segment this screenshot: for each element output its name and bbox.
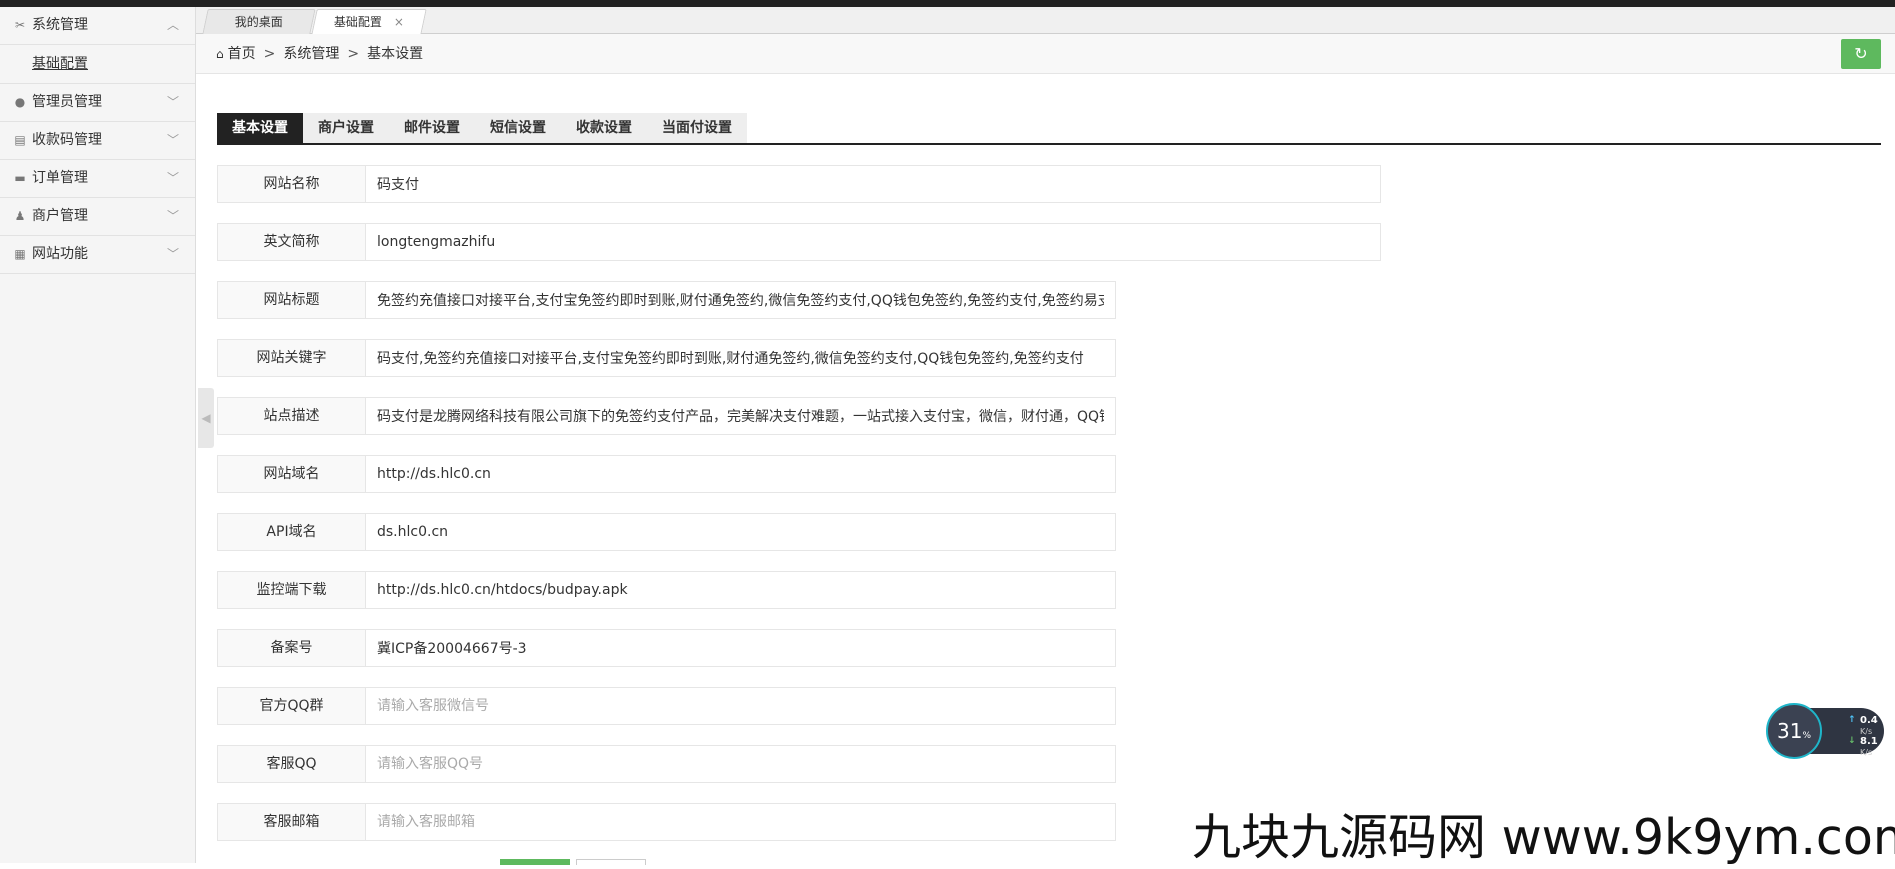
tab-f2f-settings[interactable]: 当面付设置	[647, 113, 747, 143]
service-qq-input[interactable]	[366, 745, 1116, 783]
chevron-down-icon: ﹀	[166, 171, 179, 185]
submit-button[interactable]	[500, 859, 570, 865]
site-keywords-label: 网站关键字	[217, 339, 366, 377]
tools-icon: ✂	[14, 18, 26, 32]
sidebar-item-orders[interactable]: ▬ 订单管理 ﹀	[0, 160, 195, 198]
tab-merchant-settings[interactable]: 商户设置	[303, 113, 389, 143]
api-domain-input[interactable]	[366, 513, 1116, 551]
tab-basic-config[interactable]: 基础配置 ×	[311, 9, 427, 35]
arrow-up-icon: ↑	[1848, 715, 1856, 725]
refresh-icon: ↻	[1854, 44, 1868, 63]
site-description-input[interactable]	[366, 397, 1116, 435]
api-domain-label: API域名	[217, 513, 366, 551]
refresh-button[interactable]: ↻	[1841, 39, 1881, 69]
sidebar-item-qrcode[interactable]: ▤ 收款码管理 ﹀	[0, 122, 195, 160]
tab-basic-settings[interactable]: 基本设置	[217, 113, 303, 143]
site-domain-label: 网站域名	[217, 455, 366, 493]
chevron-down-icon: ﹀	[166, 209, 179, 223]
network-speed-widget[interactable]: ↑ 0.4 K/s ↓ 8.1 K/s 31%	[1766, 703, 1886, 761]
chevron-up-icon: ︿	[166, 18, 179, 32]
english-abbr-label: 英文简称	[217, 223, 366, 261]
tabs-strip: 我的桌面 基础配置 ×	[196, 7, 1895, 35]
tab-payment-settings[interactable]: 收款设置	[561, 113, 647, 143]
breadcrumb-home[interactable]: 首页	[228, 46, 256, 62]
tab-my-desktop[interactable]: 我的桌面	[202, 9, 316, 34]
service-email-label: 客服邮箱	[217, 803, 366, 841]
sidebar: ✂ 系统管理 ︿ 基础配置 ● 管理员管理 ﹀ ▤ 收款码管理 ﹀ ▬ 订单管理 ﹀ ♟…	[0, 7, 196, 863]
site-name-input[interactable]	[366, 165, 1381, 203]
chevron-down-icon: ﹀	[166, 95, 179, 109]
breadcrumb-bar: ⌂ 首页 > 系统管理 > 基本设置 ↻	[196, 34, 1895, 74]
user-icon: ●	[14, 95, 26, 109]
card-icon: ▬	[14, 171, 26, 185]
download-rate: ↓ 8.1 K/s	[1848, 736, 1878, 757]
site-title-label: 网站标题	[217, 281, 366, 319]
qq-group-input[interactable]	[366, 687, 1116, 725]
tab-sms-settings[interactable]: 短信设置	[475, 113, 561, 143]
top-bar	[0, 0, 1895, 7]
close-icon[interactable]: ×	[394, 15, 404, 29]
sidebar-item-site-functions[interactable]: ▦ 网站功能 ﹀	[0, 236, 195, 274]
settings-tabs: 基本设置 商户设置 邮件设置 短信设置 收款设置 当面付设置	[217, 113, 1881, 145]
watermark-text: 九块九源码网 www.9k9ym.com	[1192, 809, 1895, 866]
tab-email-settings[interactable]: 邮件设置	[389, 113, 475, 143]
qq-group-label: 官方QQ群	[217, 687, 366, 725]
site-domain-input[interactable]	[366, 455, 1116, 493]
chevron-down-icon: ﹀	[166, 133, 179, 147]
sidebar-subitem-basic-config[interactable]: 基础配置	[0, 45, 195, 84]
english-abbr-input[interactable]	[366, 223, 1381, 261]
chevron-left-icon: ◀	[201, 411, 211, 425]
home-icon: ⌂	[216, 47, 224, 61]
breadcrumb-system[interactable]: 系统管理	[283, 46, 339, 62]
chevron-down-icon: ﹀	[166, 247, 179, 261]
monitor-download-input[interactable]	[366, 571, 1116, 609]
upload-rate: ↑ 0.4 K/s	[1848, 715, 1878, 736]
sidebar-item-admin[interactable]: ● 管理员管理 ﹀	[0, 84, 195, 122]
icp-input[interactable]	[366, 629, 1116, 667]
sidebar-item-system[interactable]: ✂ 系统管理 ︿	[0, 7, 195, 45]
monitor-download-label: 监控端下载	[217, 571, 366, 609]
breadcrumb-current: 基本设置	[367, 46, 424, 62]
sidebar-subitem-link[interactable]: 基础配置	[32, 56, 88, 72]
breadcrumb: ⌂ 首页 > 系统管理 > 基本设置	[216, 34, 423, 74]
calendar-icon: ▦	[14, 247, 26, 261]
service-qq-label: 客服QQ	[217, 745, 366, 783]
site-name-label: 网站名称	[217, 165, 366, 203]
icp-label: 备案号	[217, 629, 366, 667]
sidebar-item-merchants[interactable]: ♟ 商户管理 ﹀	[0, 198, 195, 236]
merchant-icon: ♟	[14, 209, 26, 223]
document-icon: ▤	[14, 133, 26, 147]
site-keywords-input[interactable]	[366, 339, 1116, 377]
sidebar-collapse-handle[interactable]: ◀	[198, 388, 214, 448]
service-email-input[interactable]	[366, 803, 1116, 841]
reset-button[interactable]	[576, 859, 646, 865]
site-description-label: 站点描述	[217, 397, 366, 435]
arrow-down-icon: ↓	[1848, 736, 1856, 746]
cpu-percent-circle: 31%	[1766, 703, 1822, 759]
site-title-input[interactable]	[366, 281, 1116, 319]
